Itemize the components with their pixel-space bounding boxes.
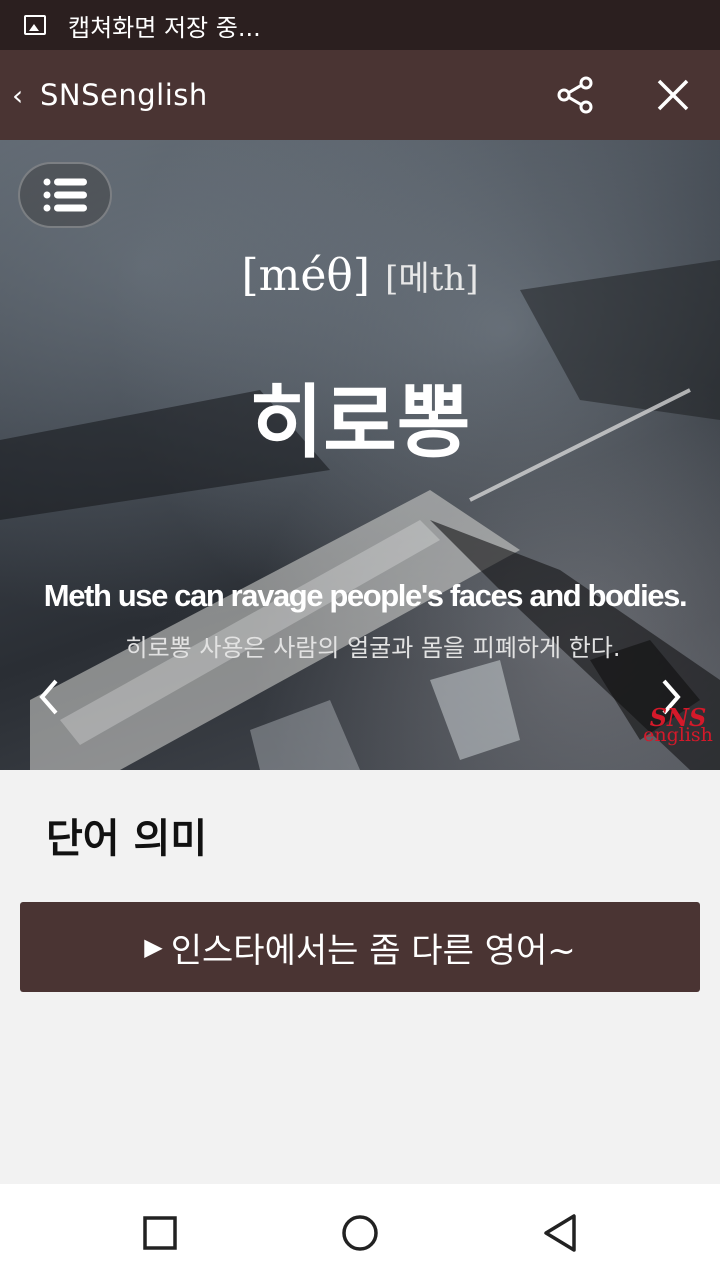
top-bar: ‹ SNSenglish xyxy=(0,50,720,140)
back-chevron-icon[interactable]: ‹ xyxy=(12,79,32,112)
pronunciation-ipa: [méθ] xyxy=(241,250,371,301)
list-icon xyxy=(43,178,87,212)
app-title[interactable]: SNSenglish xyxy=(40,78,208,112)
example-sentence-korean: 히로뽕 사용은 사람의 얼굴과 몸을 피폐하게 한다. xyxy=(125,634,621,662)
sns-english-logo: SNS english xyxy=(640,706,716,745)
app-screen: 캡쳐화면 저장 중... ‹ SNSenglish [méθ] [메th] 히로… xyxy=(0,0,720,1280)
recents-button[interactable] xyxy=(133,1206,187,1260)
navigation-bar xyxy=(0,1184,720,1280)
cta-label: 인스타에서는 좀 다른 영어~ xyxy=(170,930,576,971)
close-icon xyxy=(657,79,689,111)
triangle-back-icon xyxy=(544,1214,576,1252)
list-menu-button[interactable] xyxy=(18,162,112,228)
circle-icon xyxy=(342,1215,378,1251)
square-icon xyxy=(143,1216,177,1250)
share-button[interactable] xyxy=(548,68,602,122)
logo-line2: english xyxy=(643,724,713,746)
back-button[interactable] xyxy=(533,1206,587,1260)
instagram-english-button[interactable]: ▶ 인스타에서는 좀 다른 영어~ xyxy=(20,902,700,992)
previous-card-button[interactable] xyxy=(22,670,76,724)
pronunciation-korean: [메th] xyxy=(385,259,479,299)
chevron-left-icon xyxy=(39,679,58,715)
word-card-banner[interactable]: [méθ] [메th] 히로뽕 Meth use can ravage peop… xyxy=(0,140,720,770)
status-text: 캡쳐화면 저장 중... xyxy=(68,13,261,42)
pronunciation: [méθ] [메th] xyxy=(0,250,720,301)
example-sentence-english: Meth use can ravage people's faces and b… xyxy=(43,578,688,613)
home-button[interactable] xyxy=(333,1206,387,1260)
status-bar: 캡쳐화면 저장 중... xyxy=(0,0,720,50)
play-arrow-icon: ▶ xyxy=(144,933,163,961)
share-icon xyxy=(557,76,593,114)
vocabulary-word: 히로뽕 xyxy=(249,376,471,469)
close-button[interactable] xyxy=(646,68,700,122)
image-icon xyxy=(24,15,46,35)
section-title: 단어 의미 xyxy=(46,816,208,862)
